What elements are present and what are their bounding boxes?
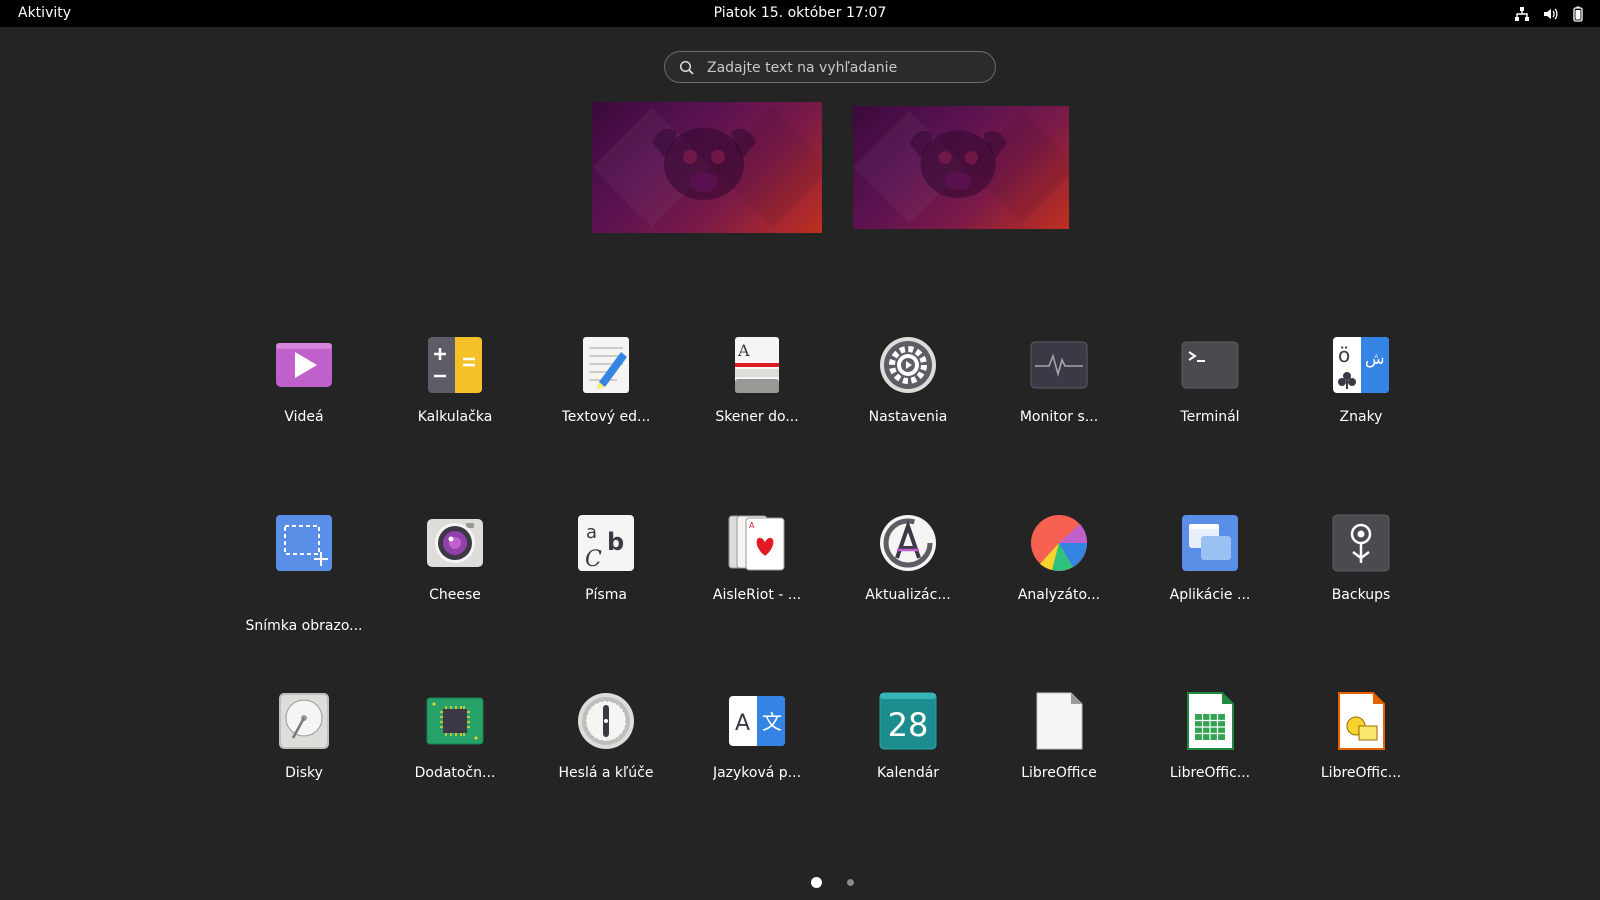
app-label: Aktualizác... xyxy=(865,587,951,603)
disks-icon xyxy=(275,692,333,750)
network-icon[interactable] xyxy=(1514,6,1530,22)
clock: Piatok 15. október 17:07 xyxy=(0,5,1600,21)
app-calculator[interactable]: Kalkulačka xyxy=(380,330,530,490)
page-indicator-2[interactable] xyxy=(847,879,854,886)
app-label: Jazyková p... xyxy=(712,765,802,781)
calendar-icon: 28 xyxy=(879,692,937,750)
app-videos[interactable]: Videá xyxy=(229,330,379,490)
app-passwords-keys[interactable]: Heslá a kľúče xyxy=(531,686,681,846)
svg-text:ش: ش xyxy=(1365,349,1385,368)
videos-icon xyxy=(275,336,333,394)
app-label: Monitor s... xyxy=(1019,409,1099,425)
volume-icon[interactable] xyxy=(1542,6,1558,22)
settings-icon xyxy=(879,336,937,394)
app-libreoffice-calc[interactable]: LibreOffic... xyxy=(1135,686,1285,846)
screenshot-icon xyxy=(275,514,333,572)
passwords-keys-icon xyxy=(577,692,635,750)
app-label: Videá xyxy=(284,409,324,425)
app-label: Dodatočn... xyxy=(414,765,496,781)
app-settings[interactable]: Nastavenia xyxy=(833,330,983,490)
app-label: Kalendár xyxy=(876,765,940,781)
aisleriot-icon: A xyxy=(728,514,786,572)
app-disk-usage-analyzer[interactable]: Analyzáto... xyxy=(984,508,1134,668)
app-label: Kalkulačka xyxy=(417,409,493,425)
cheese-icon xyxy=(426,514,484,572)
app-label: Cheese xyxy=(429,587,481,603)
disk-usage-analyzer-icon xyxy=(1030,514,1088,572)
search-input[interactable] xyxy=(705,56,989,80)
additional-drivers-icon xyxy=(426,692,484,750)
calendar-day: 28 xyxy=(888,706,929,744)
app-startup-applications[interactable]: Aplikácie ... xyxy=(1135,508,1285,668)
app-backups[interactable]: Backups xyxy=(1286,508,1436,668)
system-monitor-icon xyxy=(1030,336,1088,394)
libreoffice-draw-icon xyxy=(1332,692,1390,750)
app-libreoffice-draw[interactable]: LibreOffic... xyxy=(1286,686,1436,846)
app-label: Heslá a kľúče xyxy=(558,765,654,781)
battery-icon[interactable] xyxy=(1570,6,1586,22)
app-label: Snímka obrazo... xyxy=(245,618,363,634)
libreoffice-calc-icon xyxy=(1181,692,1239,750)
clock-label[interactable]: Piatok 15. október 17:07 xyxy=(714,5,887,21)
text-editor-icon xyxy=(577,336,635,394)
svg-text:b: b xyxy=(607,528,624,556)
app-label: Disky xyxy=(285,765,323,781)
app-label: LibreOffice xyxy=(1021,765,1097,781)
search-bar[interactable] xyxy=(664,51,996,83)
svg-text:a: a xyxy=(586,522,597,543)
terminal-icon xyxy=(1181,336,1239,394)
characters-icon: öش xyxy=(1332,336,1390,394)
app-label: LibreOffic... xyxy=(1169,765,1251,781)
app-label: Backups xyxy=(1331,587,1391,603)
app-label: Nastavenia xyxy=(868,409,948,425)
app-additional-drivers[interactable]: Dodatočn... xyxy=(380,686,530,846)
app-fonts[interactable]: abC Písma xyxy=(531,508,681,668)
page-indicator-1[interactable] xyxy=(811,877,822,888)
app-aisleriot[interactable]: A AisleRiot - ... xyxy=(682,508,832,668)
svg-text:文: 文 xyxy=(762,710,782,734)
startup-applications-icon xyxy=(1181,514,1239,572)
app-disks[interactable]: Disky xyxy=(229,686,379,846)
workspace-thumbnail-2[interactable] xyxy=(853,106,1069,229)
app-libreoffice[interactable]: LibreOffice xyxy=(984,686,1134,846)
software-updater-icon xyxy=(879,514,937,572)
app-label: AisleRiot - ... xyxy=(712,587,802,603)
app-label: Písma xyxy=(585,587,627,603)
app-calendar[interactable]: 28 Kalendár xyxy=(833,686,983,846)
fonts-icon: abC xyxy=(577,514,635,572)
system-tray[interactable] xyxy=(1514,4,1586,23)
app-label: LibreOffic... xyxy=(1320,765,1402,781)
app-label: Terminál xyxy=(1180,409,1240,425)
app-label: Textový ed... xyxy=(561,409,651,425)
svg-text:A: A xyxy=(737,341,750,360)
workspace-thumbnail-1[interactable] xyxy=(592,102,822,233)
svg-text:A: A xyxy=(749,521,755,530)
wallpaper-jellyfish-icon xyxy=(853,110,1069,224)
app-label: Analyzáto... xyxy=(1017,587,1101,603)
app-cheese[interactable]: Cheese xyxy=(380,508,530,668)
app-software-updater[interactable]: Aktualizác... xyxy=(833,508,983,668)
app-screenshot[interactable]: Snímka obrazo... xyxy=(229,508,379,668)
search-icon xyxy=(679,60,694,75)
backups-icon xyxy=(1332,514,1390,572)
svg-text:C: C xyxy=(585,547,602,572)
calculator-icon xyxy=(426,336,484,394)
wallpaper-jellyfish-icon xyxy=(592,107,822,227)
app-document-scanner[interactable]: A Skener do... xyxy=(682,330,832,490)
app-terminal[interactable]: Terminál xyxy=(1135,330,1285,490)
app-language-support[interactable]: A文 Jazyková p... xyxy=(682,686,832,846)
svg-text:ö: ö xyxy=(1338,343,1350,367)
app-label: Skener do... xyxy=(715,409,799,425)
document-scanner-icon: A xyxy=(728,336,786,394)
svg-text:A: A xyxy=(735,711,750,736)
libreoffice-icon xyxy=(1030,692,1088,750)
app-text-editor[interactable]: Textový ed... xyxy=(531,330,681,490)
app-label: Aplikácie ... xyxy=(1169,587,1251,603)
app-characters[interactable]: öش Znaky xyxy=(1286,330,1436,490)
app-system-monitor[interactable]: Monitor s... xyxy=(984,330,1134,490)
activities-button[interactable]: Aktivity xyxy=(18,5,71,21)
app-label: Znaky xyxy=(1339,409,1383,425)
language-support-icon: A文 xyxy=(728,692,786,750)
top-bar: Aktivity Piatok 15. október 17:07 xyxy=(0,0,1600,27)
